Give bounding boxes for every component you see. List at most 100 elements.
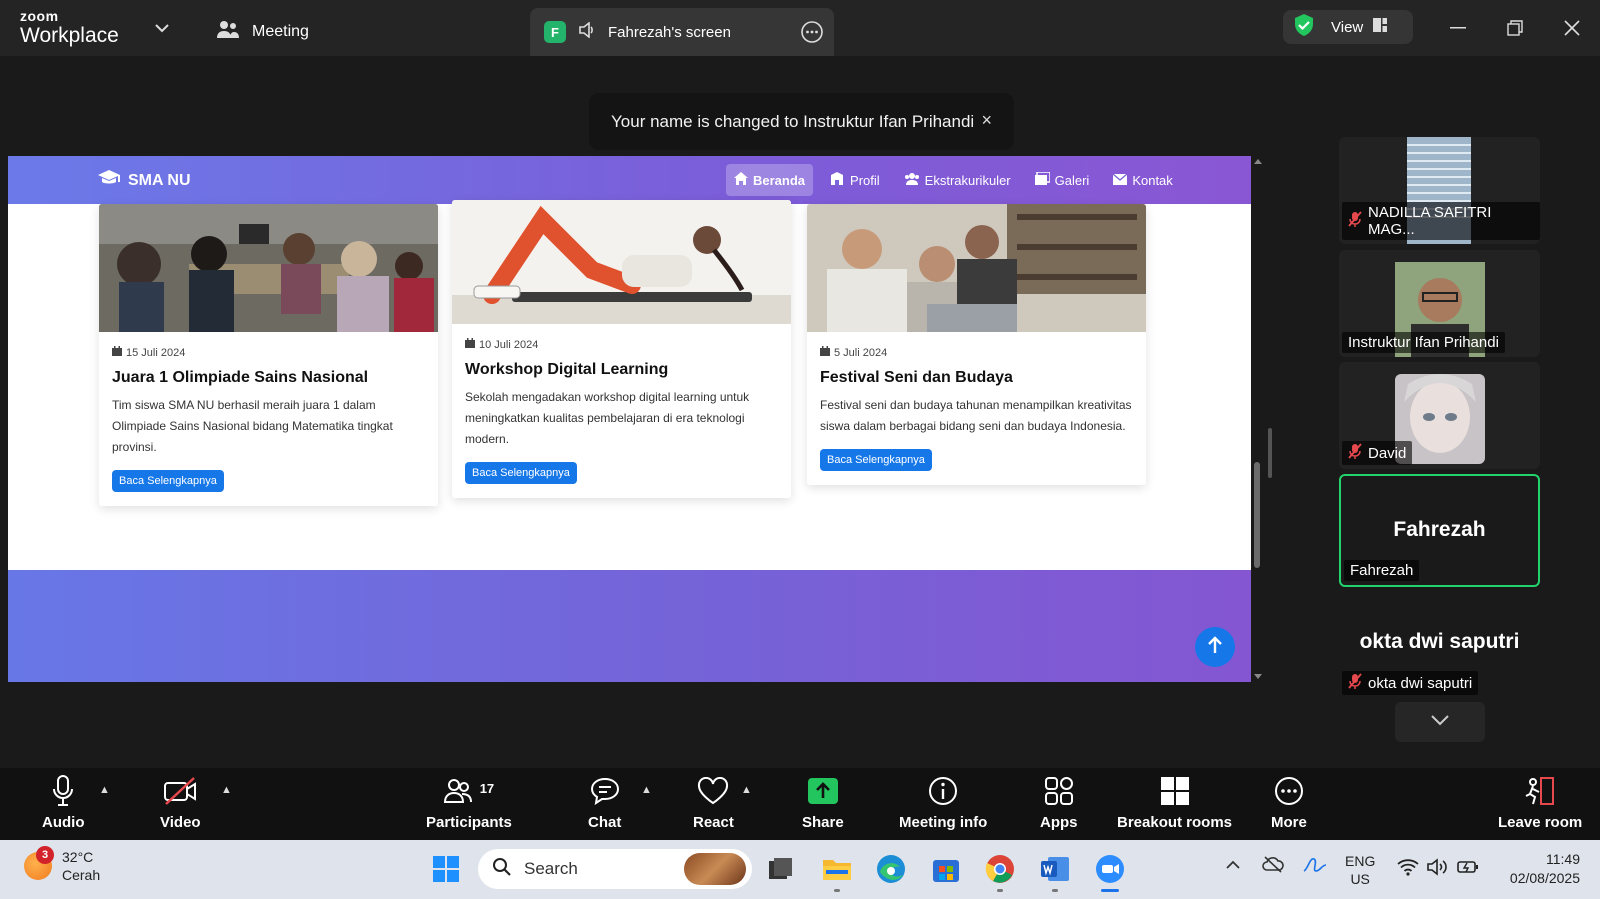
site-logo-text: SMA NU	[128, 171, 191, 189]
chevron-down-icon[interactable]	[152, 18, 172, 38]
participant-tile[interactable]: NADILLA SAFITRI MAG...	[1339, 137, 1540, 244]
windows-start-icon[interactable]	[429, 852, 463, 886]
edge-icon[interactable]	[874, 852, 908, 886]
chevron-down-icon	[1430, 713, 1450, 731]
audio-options-caret-icon[interactable]: ▲	[99, 784, 110, 796]
task-view-icon[interactable]	[764, 852, 798, 886]
view-button[interactable]: View	[1283, 10, 1413, 44]
toast-close-button[interactable]: ×	[981, 110, 992, 131]
leave-room-icon	[1524, 776, 1556, 810]
site-menu-kontak[interactable]: Kontak	[1105, 164, 1180, 196]
apps-icon	[1044, 776, 1074, 810]
card-date-text: 5 Juli 2024	[834, 346, 888, 359]
exercise-photo	[452, 200, 791, 324]
sun-icon: 3	[24, 846, 54, 880]
language-code: ENG	[1345, 853, 1376, 869]
menu-label: Profil	[850, 172, 880, 188]
language-indicator[interactable]: ENG US	[1345, 852, 1375, 888]
running-indicator	[1052, 889, 1058, 892]
chat-options-caret-icon[interactable]: ▲	[641, 784, 652, 796]
weather-widget[interactable]: 3 32°C Cerah	[24, 846, 100, 884]
people-icon	[216, 19, 240, 44]
share-screen-icon	[807, 777, 839, 809]
participant-tile[interactable]: David	[1339, 362, 1540, 469]
video-options-caret-icon[interactable]: ▲	[221, 784, 232, 796]
restore-icon[interactable]	[1502, 15, 1528, 41]
participants-count: 17	[479, 780, 495, 796]
calendar-icon	[465, 338, 475, 351]
shared-webpage[interactable]: SMA NU Beranda Profil Ekstrakurikuler Ga…	[8, 156, 1251, 682]
apps-button[interactable]: Apps	[1040, 776, 1078, 831]
audio-button[interactable]: Audio	[42, 775, 85, 831]
site-menu-profil[interactable]: Profil	[821, 164, 888, 196]
shield-check-icon	[1293, 13, 1315, 41]
site-logo[interactable]: SMA NU	[98, 170, 191, 191]
microsoft-store-icon[interactable]	[929, 852, 963, 886]
volume-icon[interactable]	[1427, 858, 1449, 879]
menu-label: Galeri	[1054, 172, 1090, 188]
cloud-offline-icon[interactable]	[1262, 855, 1284, 876]
react-options-caret-icon[interactable]: ▲	[741, 784, 752, 796]
audio-label: Audio	[42, 814, 85, 831]
share-tab[interactable]: F Fahrezah's screen	[530, 8, 834, 56]
more-options-icon[interactable]	[800, 20, 824, 48]
minimize-icon[interactable]	[1445, 15, 1471, 41]
chat-icon	[590, 777, 620, 809]
meeting-info-button[interactable]: Meeting info	[899, 776, 987, 831]
friends-photo	[807, 204, 1146, 332]
chrome-icon[interactable]	[983, 852, 1017, 892]
read-more-button[interactable]: Baca Selengkapnya	[112, 470, 224, 492]
breakout-rooms-button[interactable]: Breakout rooms	[1117, 776, 1232, 831]
participant-tile[interactable]: Instruktur Ifan Prihandi	[1339, 250, 1540, 357]
share-button[interactable]: Share	[802, 776, 844, 831]
read-more-button[interactable]: Baca Selengkapnya	[465, 462, 577, 484]
chevron-up-icon[interactable]	[1225, 858, 1241, 873]
site-footer	[8, 570, 1251, 682]
site-menu-ekstrakurikuler[interactable]: Ekstrakurikuler	[896, 164, 1019, 196]
graduation-cap-icon	[98, 170, 120, 191]
battery-icon[interactable]	[1457, 858, 1479, 879]
participant-tile-active[interactable]: Fahrezah Fahrezah	[1339, 474, 1540, 587]
participants-button[interactable]: 17 Participants	[426, 776, 512, 831]
card-date: 10 Juli 2024	[465, 338, 778, 351]
gallery-scroll-down-button[interactable]	[1395, 702, 1485, 742]
pen-input-icon[interactable]	[1302, 855, 1328, 878]
chat-label: Chat	[588, 814, 622, 831]
file-explorer-icon[interactable]	[820, 852, 854, 892]
word-icon[interactable]	[1038, 852, 1072, 892]
arrow-up-icon	[1207, 635, 1223, 659]
search-icon	[492, 857, 512, 882]
more-button[interactable]: More	[1271, 776, 1307, 831]
react-button[interactable]: React	[693, 776, 734, 831]
zoom-app-icon[interactable]	[1093, 852, 1127, 892]
leave-label: Leave room	[1498, 814, 1583, 831]
video-button[interactable]: Video	[160, 776, 201, 831]
participant-tile[interactable]: okta dwi saputri okta dwi saputri	[1339, 592, 1540, 699]
participant-name: okta dwi saputri	[1368, 674, 1473, 692]
more-label: More	[1271, 814, 1307, 831]
info-icon	[928, 776, 958, 810]
chat-button[interactable]: Chat	[588, 776, 621, 831]
site-navbar: SMA NU Beranda Profil Ekstrakurikuler Ga…	[8, 156, 1251, 204]
participant-name: Instruktur Ifan Prihandi	[1348, 334, 1499, 351]
calendar-icon	[112, 346, 122, 359]
wifi-icon[interactable]	[1397, 858, 1419, 879]
site-menu-galeri[interactable]: Galeri	[1027, 164, 1098, 196]
panel-resize-handle[interactable]	[1268, 428, 1272, 478]
system-clock[interactable]: 11:49 02/08/2025	[1496, 850, 1580, 888]
video-label: Video	[160, 814, 201, 831]
card-text: Tim siswa SMA NU berhasil meraih juara 1…	[112, 398, 393, 454]
taskbar-search-input[interactable]: Search	[478, 849, 752, 889]
clock-time: 11:49	[1546, 851, 1580, 867]
meeting-menu[interactable]: Meeting	[216, 19, 309, 44]
mic-off-icon	[1348, 673, 1362, 693]
shared-scrollbar[interactable]	[1253, 156, 1263, 682]
read-more-button[interactable]: Baca Selengkapnya	[820, 449, 932, 471]
leave-room-button[interactable]: Leave room	[1498, 776, 1582, 831]
close-icon[interactable]	[1559, 15, 1585, 41]
scrollbar-thumb[interactable]	[1254, 462, 1260, 568]
site-menu-beranda[interactable]: Beranda	[726, 164, 814, 196]
mic-off-icon	[1348, 443, 1362, 463]
users-icon	[904, 172, 920, 188]
back-to-top-button[interactable]	[1195, 627, 1235, 667]
